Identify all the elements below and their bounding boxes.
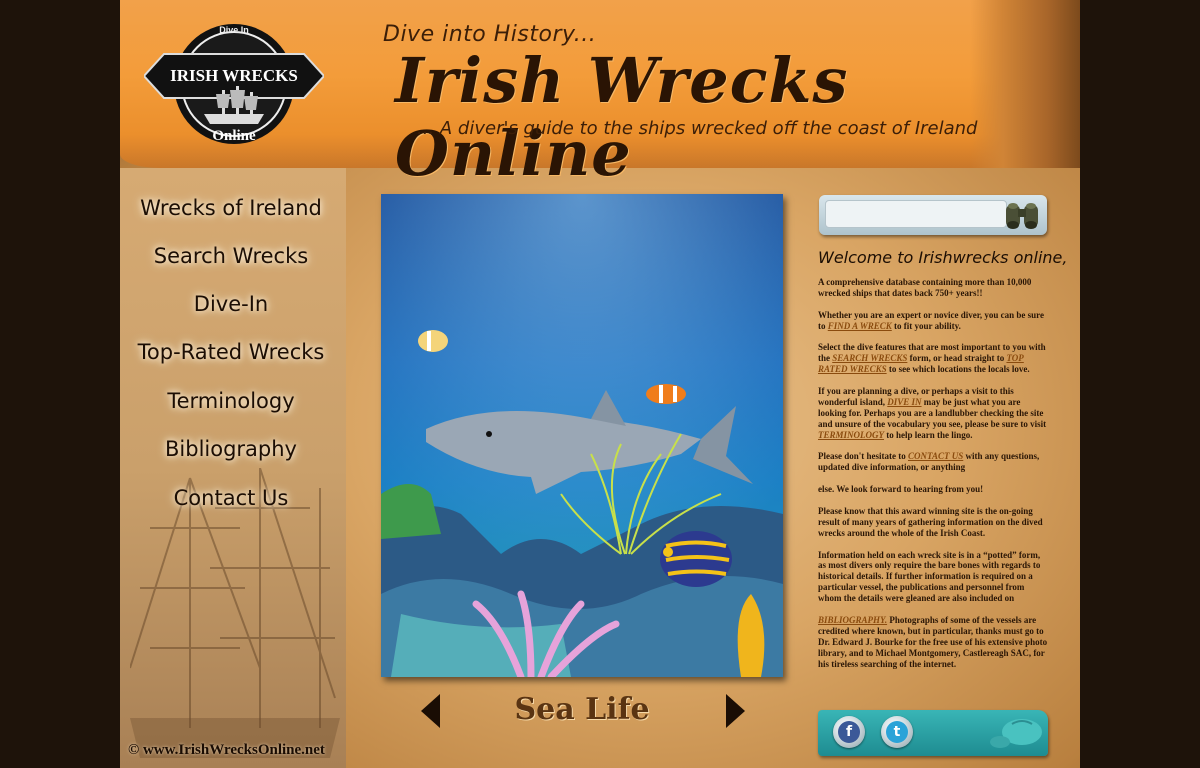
site-logo[interactable]: Dive In IRISH WRECKS Online [144, 16, 324, 150]
welcome-paragraph: Information held on each wreck site is i… [818, 549, 1041, 604]
logo-dive-in: Dive In [219, 25, 249, 35]
welcome-paragraph: Please know that this award winning site… [818, 505, 1043, 538]
nav-bibliography[interactable]: Bibliography [128, 431, 334, 467]
twitter-icon: t [886, 721, 908, 743]
dive-in-link[interactable]: DIVE IN [887, 397, 921, 407]
search-box [819, 195, 1047, 235]
welcome-paragraph: Please don't hesitate to CONTACT US with… [818, 451, 1050, 473]
copyright: © www.IrishWrecksOnline.net [128, 742, 325, 758]
welcome-paragraph: BIBLIOGRAPHY. Photographs of some of the… [818, 615, 1050, 670]
slide-caption: Sea Life [514, 692, 650, 727]
logo-online: Online [212, 128, 256, 144]
tagline-bottom: ... A diver's guide to the ships wrecked… [417, 118, 978, 139]
facebook-button[interactable]: f [833, 716, 865, 748]
nav-search-wrecks[interactable]: Search Wrecks [128, 238, 334, 274]
welcome-paragraph: Select the dive features that are most i… [818, 342, 1050, 375]
clownfish-icon [646, 384, 686, 404]
binoculars-icon[interactable] [1002, 197, 1044, 233]
prev-slide-arrow-icon[interactable] [421, 694, 440, 728]
terminology-link[interactable]: TERMINOLOGY [818, 430, 884, 440]
welcome-paragraph: else. We look forward to hearing from yo… [818, 484, 984, 495]
nav-wrecks-of-ireland[interactable]: Wrecks of Ireland [128, 190, 334, 226]
social-bar: f t [818, 710, 1048, 756]
page-frame: Dive In IRISH WRECKS Online Dive into Hi… [120, 0, 1080, 768]
nav-top-rated-wrecks[interactable]: Top-Rated Wrecks [128, 334, 334, 370]
butterflyfish-icon [418, 330, 448, 352]
sea-life-illustration [381, 194, 783, 677]
site-title: Irish Wrecks Online [395, 44, 849, 190]
welcome-paragraph: If you are planning a dive, or perhaps a… [818, 386, 1050, 441]
welcome-paragraph: A comprehensive database containing more… [818, 277, 1032, 298]
angelfish-icon [660, 531, 732, 587]
turtle-icon [990, 719, 1042, 748]
search-input[interactable] [825, 200, 1007, 228]
text: form, or head straight to [907, 353, 1007, 364]
bibliography-link[interactable]: BIBLIOGRAPHY. [818, 615, 887, 625]
nav-dive-in[interactable]: Dive-In [128, 286, 334, 322]
text: to fit your ability. [891, 320, 961, 331]
welcome-text: A comprehensive database containing more… [818, 277, 1050, 680]
contact-us-link[interactable]: CONTACT US [908, 451, 963, 461]
left-nav-column: Wrecks of Ireland Search Wrecks Dive-In … [120, 168, 346, 768]
nav-terminology[interactable]: Terminology [128, 383, 334, 419]
logo-irish-wrecks: IRISH WRECKS [170, 66, 298, 85]
welcome-paragraph: Whether you are an expert or novice dive… [818, 310, 1050, 332]
slideshow-image [381, 194, 783, 677]
next-slide-arrow-icon[interactable] [726, 694, 745, 728]
facebook-icon: f [838, 721, 860, 743]
text: Please don't hesitate to [818, 451, 908, 462]
twitter-button[interactable]: t [881, 716, 913, 748]
header-banner: Dive In IRISH WRECKS Online Dive into Hi… [120, 0, 1080, 190]
search-wrecks-link[interactable]: SEARCH WRECKS [832, 353, 907, 363]
text: to see which locations the locals love. [886, 364, 1030, 375]
nav-contact-us[interactable]: Contact Us [128, 480, 334, 516]
find-a-wreck-link[interactable]: FIND A WRECK [828, 321, 892, 331]
welcome-title: Welcome to Irishwrecks online, [818, 248, 1068, 267]
text: to help learn the lingo. [884, 429, 973, 440]
